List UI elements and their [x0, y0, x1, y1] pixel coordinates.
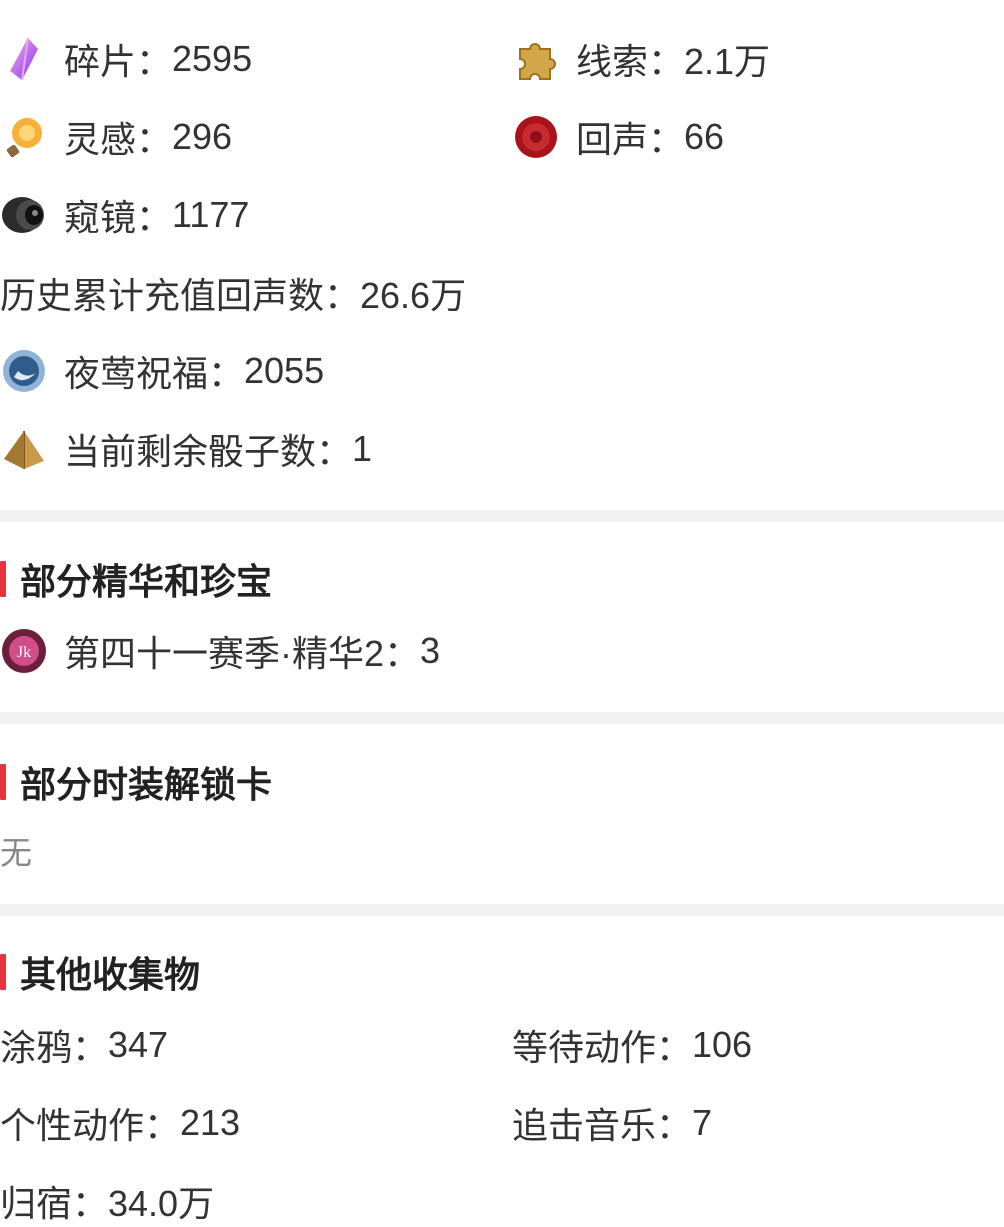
section-header: 部分时装解锁卡 [0, 759, 272, 805]
empty-state-text: 无 [0, 835, 33, 871]
dice-value: 1 [352, 428, 373, 469]
collectible-item-home: 归宿： 34.0万 [0, 1175, 214, 1227]
history-recharge-label: 历史累计充值回声数： [0, 275, 361, 316]
essence-value: 3 [420, 630, 441, 671]
currency-value: 1177 [172, 194, 250, 235]
essence-label: 第四十一赛季·精华2： [64, 633, 421, 674]
currency-item-inspiration: 灵感： 296 [0, 111, 232, 163]
collectible-item-emote: 个性动作： 213 [0, 1097, 240, 1149]
essence-item: Jk 第四十一赛季·精华2： 3 [0, 625, 440, 677]
section-separator [0, 904, 1004, 916]
essence-section: 部分精华和珍宝 Jk 第四十一赛季·精华2： 3 [0, 522, 1004, 712]
essence-badge-icon: Jk [0, 627, 48, 675]
crystal-shard-icon [0, 35, 48, 83]
section-header-accent [0, 764, 6, 800]
currency-value: 296 [172, 116, 233, 157]
collectible-value: 7 [692, 1102, 713, 1143]
currency-value: 2595 [172, 38, 253, 79]
blessing-row: 夜莺祝福： 2055 [0, 345, 324, 397]
currency-value: 2.1万 [684, 41, 771, 82]
collectible-label: 个性动作： [0, 1105, 181, 1146]
blessing-label: 夜莺祝福： [64, 353, 245, 394]
section-header: 部分精华和珍宝 [0, 556, 272, 602]
currency-section: 碎片： 2595 线索： 2.1万 灵感： 296 回声： 66 窥镜： 117… [0, 0, 1004, 510]
section-title: 部分时装解锁卡 [20, 764, 273, 805]
dice-label: 当前剩余骰子数： [64, 431, 353, 472]
wax-seal-icon [512, 113, 560, 161]
currency-item-spyglass: 窥镜： 1177 [0, 189, 249, 241]
dice-row: 当前剩余骰子数： 1 [0, 423, 372, 475]
currency-value: 66 [684, 116, 725, 157]
section-title: 部分精华和珍宝 [20, 561, 273, 602]
history-recharge-row: 历史累计充值回声数： 26.6万 [0, 267, 466, 319]
lightbulb-icon [0, 113, 48, 161]
section-header: 其他收集物 [0, 949, 200, 995]
section-separator [0, 712, 1004, 724]
collectible-item-chase-music: 追击音乐： 7 [512, 1097, 712, 1149]
section-header-accent [0, 561, 6, 597]
currency-label: 线索： [576, 41, 685, 82]
collectible-value: 213 [180, 1102, 241, 1143]
spyglass-icon [0, 191, 48, 239]
collectible-item-idle-action: 等待动作： 106 [512, 1019, 752, 1071]
section-separator [0, 510, 1004, 522]
section-header-accent [0, 954, 6, 990]
collectible-value: 106 [692, 1024, 753, 1065]
svg-text:Jk: Jk [17, 644, 31, 661]
collectible-label: 等待动作： [512, 1027, 693, 1068]
collectible-label: 涂鸦： [0, 1027, 109, 1068]
blessing-value: 2055 [244, 350, 325, 391]
currency-label: 碎片： [64, 41, 173, 82]
currency-item-echo: 回声： 66 [512, 111, 724, 163]
dice-icon [0, 425, 48, 473]
costume-section: 部分时装解锁卡 无 [0, 724, 1004, 904]
currency-item-clue: 线索： 2.1万 [512, 33, 770, 85]
currency-label: 回声： [576, 119, 685, 160]
collectible-label: 归宿： [0, 1183, 109, 1224]
collectible-value: 34.0万 [108, 1183, 215, 1224]
collectibles-section: 其他收集物 涂鸦： 347 等待动作： 106 个性动作： 213 追击音乐： … [0, 916, 1004, 1226]
currency-item-shard: 碎片： 2595 [0, 33, 252, 85]
history-recharge-value: 26.6万 [360, 275, 467, 316]
collectible-item-graffiti: 涂鸦： 347 [0, 1019, 168, 1071]
currency-label: 灵感： [64, 119, 173, 160]
collectible-label: 追击音乐： [512, 1105, 693, 1146]
moon-orb-icon [0, 347, 48, 395]
collectible-value: 347 [108, 1024, 169, 1065]
section-title: 其他收集物 [20, 954, 201, 995]
puzzle-piece-icon [512, 35, 560, 83]
currency-label: 窥镜： [64, 197, 173, 238]
